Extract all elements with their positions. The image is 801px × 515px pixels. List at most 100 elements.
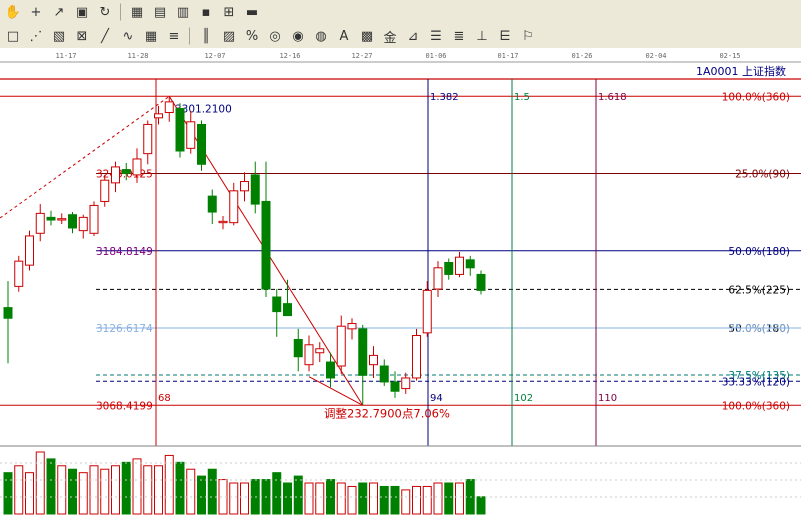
volume-bar-up: [433, 482, 443, 515]
candle-up: [412, 334, 421, 379]
volume-bar-down: [3, 472, 13, 515]
percent-icon[interactable]: %: [242, 26, 262, 46]
text-tool-icon[interactable]: A: [334, 26, 354, 46]
gann-box-icon[interactable]: ▩: [357, 26, 377, 46]
volume-bar-up: [143, 465, 153, 515]
price-level-label: 3184.8149: [96, 246, 153, 258]
stock-chart[interactable]: 11-17 11-28 12-07 12-16 12-27 01-06 01-17 01-26…: [0, 48, 801, 515]
flag-icon[interactable]: ⚐: [518, 26, 538, 46]
network-icon[interactable]: ⊞: [219, 2, 239, 22]
candle-down: [197, 123, 206, 165]
candle-up: [25, 235, 34, 266]
volume-bar-down: [293, 475, 303, 515]
candle-down: [358, 328, 368, 376]
candle-up: [132, 158, 142, 176]
candle-up: [240, 181, 249, 192]
zigzag-icon[interactable]: ∿: [118, 26, 138, 46]
volume-bar-up: [89, 465, 99, 515]
volume-bar-down: [197, 475, 206, 515]
period-lines-icon[interactable]: ║: [196, 26, 216, 46]
candle-down: [3, 307, 13, 319]
date-tick-label: 12-07: [204, 52, 225, 60]
candle-up: [401, 377, 411, 390]
volume-bar-down: [444, 482, 454, 515]
candle-down: [250, 174, 260, 205]
trendline-icon[interactable]: ╱: [95, 26, 115, 46]
volume-bar-up: [304, 482, 314, 515]
candle-up: [455, 256, 464, 275]
calendar-icon[interactable]: ▦: [127, 2, 147, 22]
rectangle-tool-icon[interactable]: □: [3, 26, 23, 46]
volume-bar-up: [132, 458, 142, 515]
cross-box-icon[interactable]: ⊠: [72, 26, 92, 46]
volume-bar-down: [379, 485, 389, 515]
candle-down: [390, 381, 400, 392]
save-icon[interactable]: ▪: [196, 2, 216, 22]
volume-bar-down: [283, 482, 292, 515]
volume-bar-down: [121, 461, 131, 515]
calculator-icon[interactable]: ▤: [150, 2, 170, 22]
channel-icon[interactable]: ⋿: [495, 26, 515, 46]
volume-bar-up: [100, 468, 110, 515]
volume-bar-down: [390, 485, 400, 515]
box-tool-icon[interactable]: ▧: [49, 26, 69, 46]
date-tick-label: 01-06: [425, 52, 446, 60]
volume-bar-up: [422, 485, 432, 515]
grid-icon[interactable]: ▦: [141, 26, 161, 46]
percent-tool-icon[interactable]: ▨: [219, 26, 239, 46]
ellipse-icon[interactable]: ◎: [265, 26, 285, 46]
arc-icon[interactable]: ◍: [311, 26, 331, 46]
fib-level-label: 100.0%(360): [722, 400, 790, 412]
date-axis-bar: [0, 48, 801, 62]
refresh-icon[interactable]: ↻: [95, 2, 115, 22]
fib-retrace-icon[interactable]: ☰: [426, 26, 446, 46]
volume-bar-up: [240, 482, 249, 515]
date-tick-label: 02-15: [719, 52, 740, 60]
circle-icon[interactable]: ◉: [288, 26, 308, 46]
date-tick-label: 02-04: [645, 52, 666, 60]
time-ratio-label: 1.618: [598, 92, 627, 103]
fan-lines-icon[interactable]: ⋰: [26, 26, 46, 46]
chart-style-icon[interactable]: ▣: [72, 2, 92, 22]
date-tick-label: 12-27: [351, 52, 372, 60]
fib-level-label: 50.0%(180): [728, 246, 790, 258]
candle-up: [369, 354, 378, 366]
line-draw-icon[interactable]: ↗: [49, 2, 69, 22]
volume-bar-down: [358, 482, 368, 515]
candle-down: [326, 361, 335, 379]
candle-up: [111, 166, 120, 184]
date-tick-label: 01-26: [571, 52, 592, 60]
candle-down: [465, 259, 475, 269]
volume-bar-up: [25, 472, 34, 515]
gold-icon[interactable]: 金: [380, 26, 400, 46]
fib-level-label: 33.33%(120): [722, 376, 790, 388]
volume-bar-down: [272, 472, 282, 515]
crosshair-icon[interactable]: +: [26, 2, 46, 22]
time-zone-icon[interactable]: ⊥: [472, 26, 492, 46]
price-level-label: 3068.4199: [96, 400, 153, 412]
date-tick-label: 11-28: [127, 52, 148, 60]
fib-levels-icon[interactable]: ≣: [449, 26, 469, 46]
candle-up: [433, 267, 443, 290]
candle-down: [68, 214, 77, 229]
volume-bar-down: [46, 458, 56, 515]
volume-bar-up: [401, 489, 411, 515]
volume-bar-up: [315, 482, 325, 515]
volume-bar-up: [57, 465, 67, 515]
toolbar-top: ✋ + ↗ ▣ ↻ ▦ ▤ ▥ ▪ ⊞ ▬: [0, 0, 801, 25]
candle-down: [293, 338, 303, 358]
volume-bar-up: [111, 465, 120, 515]
candle-down: [261, 200, 271, 290]
volume-bar-up: [347, 485, 357, 515]
document-icon[interactable]: ▥: [173, 2, 193, 22]
print-icon[interactable]: ▬: [242, 2, 262, 22]
candle-up: [218, 220, 228, 224]
parallel-lines-icon[interactable]: ≡: [164, 26, 184, 46]
candle-up: [164, 101, 174, 114]
fib-fan-icon[interactable]: ⊿: [403, 26, 423, 46]
time-ratio-label: 1.5: [514, 92, 530, 103]
volume-bar-up: [186, 468, 196, 515]
volume-bar-down: [175, 461, 185, 515]
time-ratio-label: 1.382: [430, 92, 459, 103]
hand-icon[interactable]: ✋: [3, 2, 23, 22]
